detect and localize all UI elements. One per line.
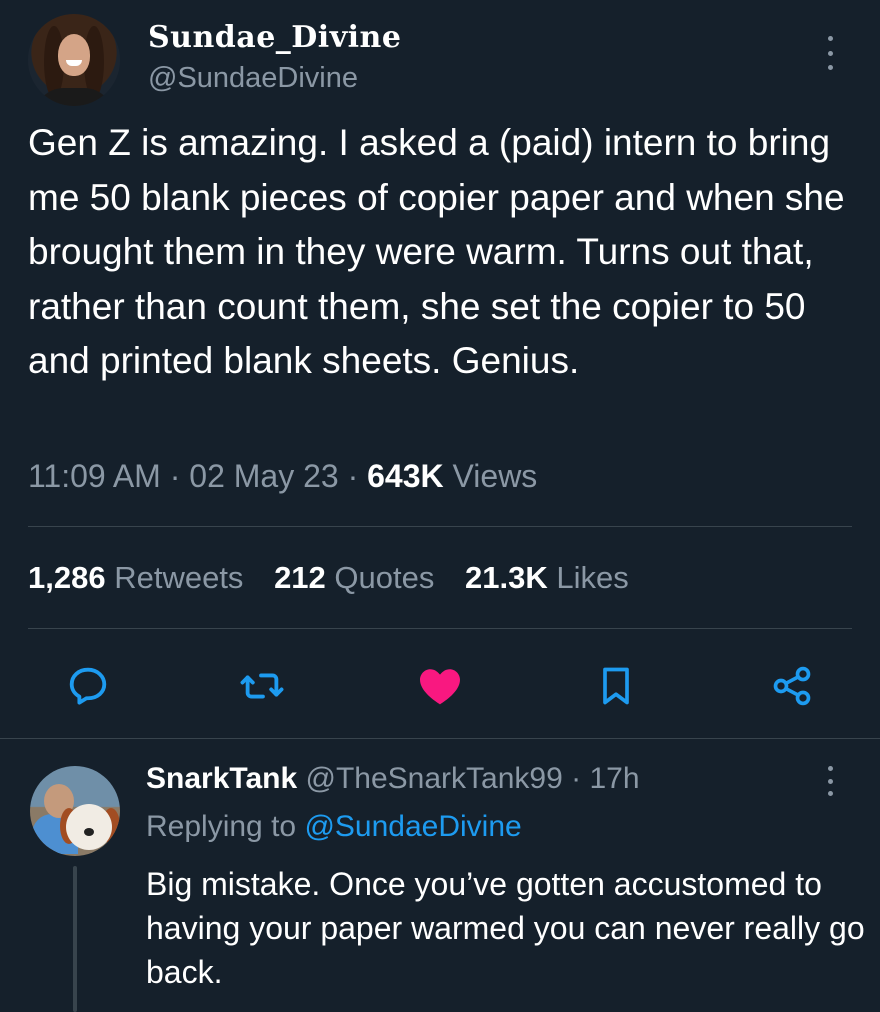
replying-to-mention[interactable]: @SundaeDivine [304,810,521,843]
reply-age[interactable]: 17h [589,762,639,795]
more-dot [827,791,833,796]
retweets-count: 1,286 [28,560,106,595]
replying-to-label: Replying to [146,810,297,843]
bookmark-button[interactable] [592,662,640,710]
more-dot [827,50,833,56]
meta-separator: · [169,458,181,494]
views-label[interactable]: Views [453,458,538,494]
tweet-text: Gen Z is amazing. I asked a (paid) inter… [28,122,845,381]
reply-more-options-icon[interactable] [818,766,842,796]
views-count[interactable]: 643K [367,458,444,494]
more-dot [827,36,833,41]
avatar-dog-face [66,804,112,850]
likes-label: Likes [556,560,629,595]
engagement-stats: 1,286 Retweets 212 Quotes 21.3K Likes [28,560,651,596]
meta-separator: · [347,458,359,494]
avatar-face [58,34,90,76]
author-display-name[interactable]: Sundae_Divine [148,20,401,55]
more-dot [827,65,833,70]
heart-icon [420,669,460,705]
quotes-label: Quotes [334,560,435,595]
more-dot [827,778,833,784]
thread-line [73,866,77,1012]
retweet-button[interactable] [238,662,286,710]
retweets-label: Retweets [114,560,244,595]
reply-header: SnarkTank @TheSnarkTank99 · 17h [146,762,640,796]
author-handle[interactable]: @SundaeDivine [148,62,358,95]
reply-display-name[interactable]: SnarkTank [146,762,297,795]
reply-button[interactable] [64,662,112,710]
retweets-stat[interactable]: 1,286 Retweets [28,560,252,595]
reply-text: Big mistake. Once you’ve gotten accustom… [146,866,865,990]
bookmark-icon [603,667,629,705]
more-dot [827,766,833,771]
quotes-stat[interactable]: 212 Quotes [274,560,443,595]
tweet-date[interactable]: 02 May 23 [189,458,338,494]
retweet-icon [240,673,284,699]
reply-separator: · [571,762,582,795]
replying-to-line: Replying to @SundaeDivine [146,810,522,844]
reply-author-avatar[interactable] [30,766,120,856]
likes-stat[interactable]: 21.3K Likes [465,560,629,595]
share-button[interactable] [768,662,816,710]
like-button[interactable] [416,662,464,710]
more-options-icon[interactable] [818,36,842,70]
tweet-time[interactable]: 11:09 AM [28,458,161,494]
avatar-shoulders [34,88,114,106]
quotes-count: 212 [274,560,326,595]
divider [28,628,852,629]
tweet-meta: 11:09 AM · 02 May 23 · 643K Views [28,458,537,495]
share-icon [773,666,811,706]
avatar-dog-nose [84,828,94,836]
author-avatar[interactable] [28,14,120,106]
likes-count: 21.3K [465,560,548,595]
reply-handle[interactable]: @TheSnarkTank99 [306,762,563,795]
divider [0,738,880,739]
divider [28,526,852,527]
reply-icon [69,667,107,705]
